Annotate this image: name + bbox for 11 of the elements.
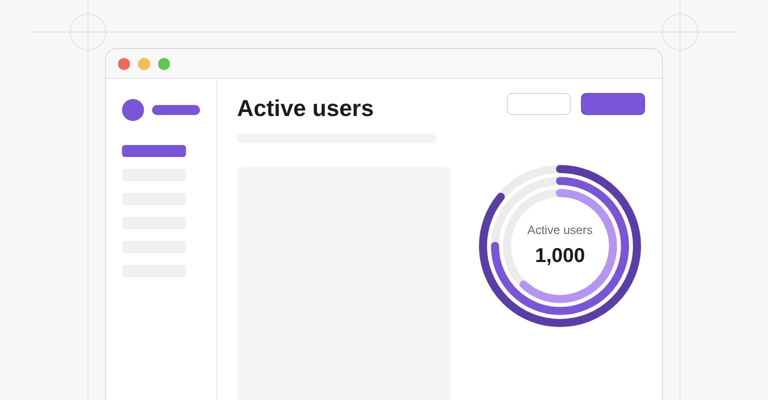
primary-button[interactable]: [581, 93, 645, 115]
chart-label: Active users: [527, 222, 593, 239]
window-control-icon[interactable]: [158, 58, 170, 70]
window-control-icon[interactable]: [118, 58, 130, 70]
name-placeholder-bar: [152, 105, 200, 115]
secondary-button[interactable]: [507, 93, 571, 115]
chart-value: 1,000: [534, 244, 586, 269]
avatar-icon: [122, 99, 144, 121]
sidebar-item[interactable]: [122, 145, 186, 157]
window-control-icon[interactable]: [138, 58, 150, 70]
page-title: Active users: [237, 94, 375, 123]
